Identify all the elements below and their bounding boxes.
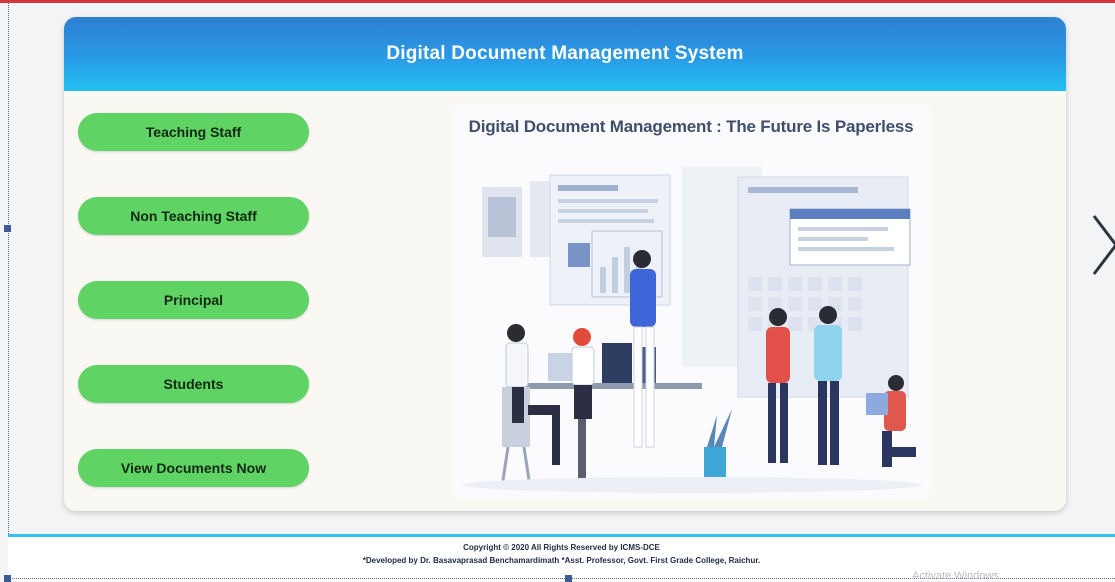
- left-guide-marker: [4, 225, 11, 232]
- students-button[interactable]: Students: [78, 365, 309, 403]
- top-accent-line: [0, 0, 1115, 3]
- role-navigation: Teaching Staff Non Teaching Staff Princi…: [78, 113, 309, 511]
- page-title: Digital Document Management System: [64, 17, 1066, 91]
- main-card: Digital Document Management System Teach…: [64, 17, 1066, 511]
- non-teaching-staff-button[interactable]: Non Teaching Staff: [78, 197, 309, 235]
- chevron-right-icon[interactable]: [1090, 214, 1115, 276]
- footer-developer-credit: *Developed by Dr. Basavaprasad Benchamar…: [362, 556, 761, 565]
- bottom-guide-marker: [4, 575, 11, 582]
- teaching-staff-button[interactable]: Teaching Staff: [78, 113, 309, 151]
- activation-watermark: Activate Windows: [912, 570, 999, 582]
- left-guide-line: [8, 0, 9, 582]
- principal-button[interactable]: Principal: [78, 281, 309, 319]
- footer-copyright: Copyright © 2020 All Rights Reserved by …: [463, 543, 660, 552]
- hero-title: Digital Document Management : The Future…: [468, 117, 914, 136]
- hero-illustration: Digital Document Management : The Future…: [452, 105, 930, 499]
- bottom-guide-marker: [565, 575, 572, 582]
- view-documents-button[interactable]: View Documents Now: [78, 449, 309, 487]
- page: Digital Document Management System Teach…: [0, 0, 1115, 582]
- office-team-illustration: [462, 167, 922, 493]
